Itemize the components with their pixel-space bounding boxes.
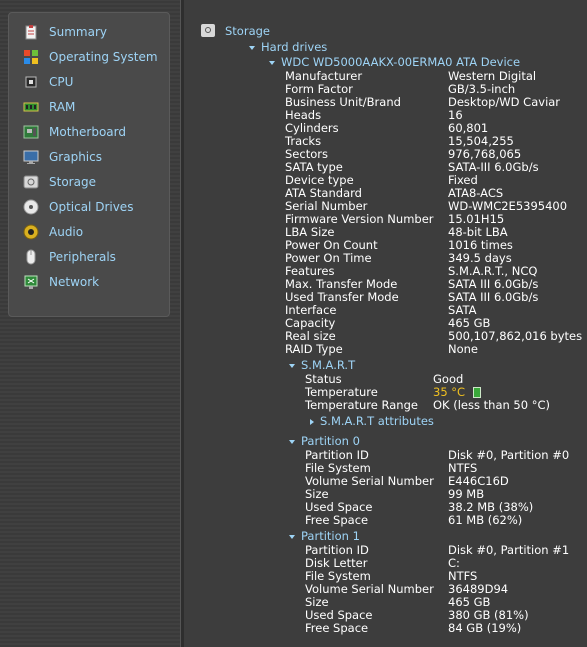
sidebar-item-label: CPU	[49, 75, 74, 89]
property-row: Firmware Version Number 15.01H15	[184, 213, 587, 226]
property-value: 84 GB (19%)	[448, 621, 522, 635]
sidebar-item-audio[interactable]: Audio	[23, 221, 168, 243]
property-value: Disk #0, Partition #1	[448, 543, 570, 557]
property-row: Used Space 38.2 MB (38%)	[184, 501, 587, 514]
mouse-icon	[23, 249, 39, 265]
property-row: Used Transfer Mode SATA III 6.0Gb/s	[184, 291, 587, 304]
property-row: Partition ID Disk #0, Partition #0	[184, 449, 587, 462]
sidebar-item-motherboard[interactable]: Motherboard	[23, 121, 168, 143]
property-row: Device type Fixed	[184, 174, 587, 187]
tree-node-label: Partition 0	[301, 434, 360, 448]
ram-module-icon	[23, 99, 39, 115]
sidebar-item-label: RAM	[49, 100, 76, 114]
sidebar-item-peripherals[interactable]: Peripherals	[23, 246, 168, 268]
sidebar-item-label: Summary	[49, 25, 107, 39]
tree-node-label: WDC WD5000AAKX-00ERMA0 ATA Device	[281, 55, 521, 69]
property-row: Real size 500,107,862,016 bytes	[184, 330, 587, 343]
speaker-icon	[23, 224, 39, 240]
chevron-down-icon	[269, 60, 275, 65]
sidebar-item-ram[interactable]: RAM	[23, 96, 168, 118]
chevron-down-icon	[249, 45, 255, 50]
property-key: Free Space	[305, 513, 369, 527]
property-value: OK (less than 50 °C)	[433, 398, 550, 412]
hard-drive-icon	[201, 24, 215, 37]
property-row: Business Unit/Brand Desktop/WD Caviar	[184, 96, 587, 109]
tree-node-storage[interactable]: Storage	[225, 24, 270, 38]
sidebar-item-network[interactable]: Network	[23, 271, 168, 293]
sidebar: Summary Operating System CPU RAM Motherb…	[8, 12, 170, 317]
property-row: Volume Serial Number E446C16D	[184, 475, 587, 488]
property-row: RAID Type None	[184, 343, 587, 356]
property-row: Manufacturer Western Digital	[184, 70, 587, 83]
sidebar-item-label: Peripherals	[49, 250, 116, 264]
chevron-down-icon	[289, 439, 295, 444]
monitor-icon	[23, 149, 39, 165]
property-row: Tracks 15,504,255	[184, 135, 587, 148]
chevron-down-icon	[289, 363, 295, 368]
property-value: 61 MB (62%)	[448, 513, 523, 527]
tree-node-smart-attributes[interactable]: S.M.A.R.T attributes	[310, 414, 434, 428]
property-row: Volume Serial Number 36489D94	[184, 583, 587, 596]
property-row: Free Space 84 GB (19%)	[184, 622, 587, 635]
sidebar-item-label: Storage	[49, 175, 96, 189]
hard-drive-icon	[23, 174, 39, 190]
property-key: Free Space	[305, 621, 369, 635]
tree-node-partition-0[interactable]: Partition 0	[289, 434, 360, 448]
clipboard-icon	[23, 24, 39, 40]
property-row: Power On Count 1016 times	[184, 239, 587, 252]
sidebar-item-label: Optical Drives	[49, 200, 134, 214]
tree-node-label: Partition 1	[301, 529, 360, 543]
sidebar-item-summary[interactable]: Summary	[23, 21, 168, 43]
property-row: LBA Size 48-bit LBA	[184, 226, 587, 239]
sidebar-item-label: Network	[49, 275, 100, 289]
property-row: SATA type SATA-III 6.0Gb/s	[184, 161, 587, 174]
sidebar-item-graphics[interactable]: Graphics	[23, 146, 168, 168]
tree-node-label: Hard drives	[261, 40, 328, 54]
tree-node-partition-1[interactable]: Partition 1	[289, 529, 360, 543]
smart-status-row: Status Good	[184, 373, 587, 386]
property-row: Free Space 61 MB (62%)	[184, 514, 587, 527]
motherboard-icon	[23, 124, 39, 140]
property-key: Temperature Range	[305, 398, 418, 412]
windows-flag-icon	[23, 49, 39, 65]
tree-node-hard-drives[interactable]: Hard drives	[249, 40, 327, 54]
chevron-down-icon	[289, 534, 295, 539]
sidebar-item-label: Motherboard	[49, 125, 126, 139]
property-key: RAID Type	[285, 342, 343, 356]
property-row: Heads 16	[184, 109, 587, 122]
tree-node-label: S.M.A.R.T	[301, 358, 356, 372]
cpu-chip-icon	[23, 74, 39, 90]
property-row: Interface SATA	[184, 304, 587, 317]
property-value: Desktop/WD Caviar	[448, 95, 561, 109]
temperature-indicator-icon	[473, 387, 482, 398]
network-icon	[23, 274, 39, 290]
sidebar-item-label: Operating System	[49, 50, 158, 64]
tree-node-smart[interactable]: S.M.A.R.T	[289, 358, 355, 372]
property-row: Partition ID Disk #0, Partition #1	[184, 544, 587, 557]
sidebar-item-label: Audio	[49, 225, 84, 239]
chevron-right-icon	[310, 418, 314, 425]
details-pane: Storage Hard drives WDC WD5000AAKX-00ERM…	[184, 0, 587, 647]
property-row: Used Space 380 GB (81%)	[184, 609, 587, 622]
sidebar-item-storage[interactable]: Storage	[23, 171, 168, 193]
tree-node-label: S.M.A.R.T attributes	[320, 414, 434, 428]
property-value: None	[448, 342, 479, 356]
sidebar-item-operating-system[interactable]: Operating System	[23, 46, 168, 68]
smart-temperature-range-row: Temperature Range OK (less than 50 °C)	[184, 399, 587, 412]
sidebar-item-optical-drives[interactable]: Optical Drives	[23, 196, 168, 218]
property-row: Disk Letter C:	[184, 557, 587, 570]
optical-disc-icon	[23, 199, 39, 215]
property-row: Cylinders 60,801	[184, 122, 587, 135]
sidebar-item-cpu[interactable]: CPU	[23, 71, 168, 93]
left-pane: Summary Operating System CPU RAM Motherb…	[0, 0, 180, 647]
tree-node-device[interactable]: WDC WD5000AAKX-00ERMA0 ATA Device	[269, 55, 520, 69]
sidebar-item-label: Graphics	[49, 150, 102, 164]
temperature-value: 35 °C	[433, 385, 466, 399]
